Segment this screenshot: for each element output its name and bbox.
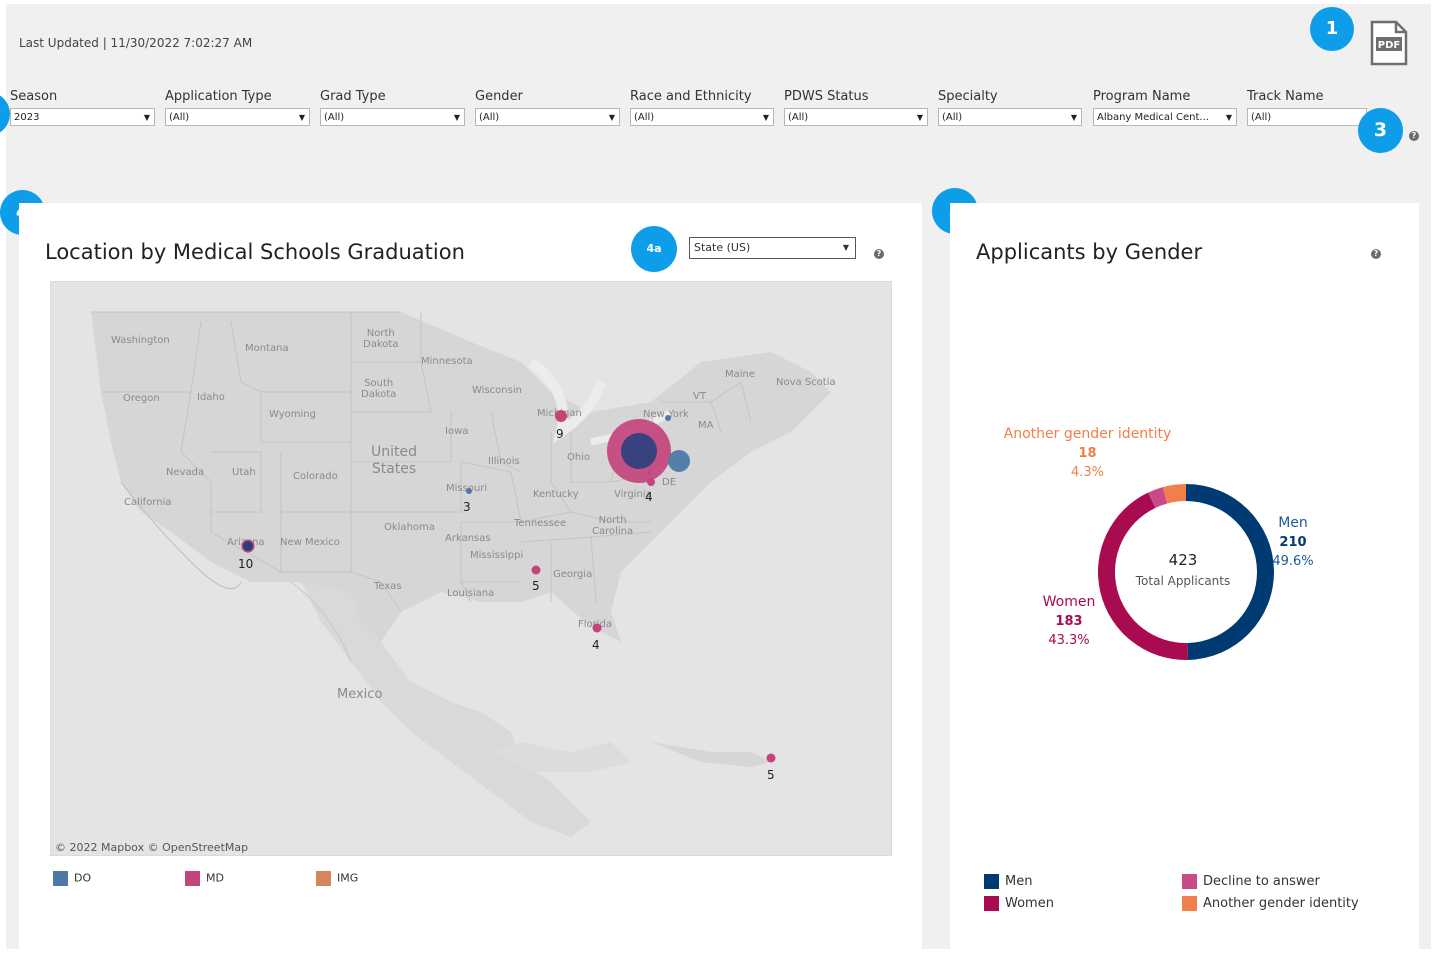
bubble-md-michigan[interactable] bbox=[555, 410, 567, 422]
filter-bar: Season 2023 ▼ Application Type (All) ▼ Gra… bbox=[0, 89, 1437, 139]
filter-grad-type: Grad Type (All) ▼ bbox=[320, 89, 465, 126]
legend-swatch bbox=[316, 871, 331, 886]
filter-label: PDWS Status bbox=[784, 89, 869, 104]
race-ethnicity-select[interactable]: (All) ▼ bbox=[630, 108, 774, 126]
season-select[interactable]: 2023 ▼ bbox=[10, 108, 155, 126]
track-name-select[interactable]: (All) bbox=[1247, 108, 1367, 126]
label-men: Men 210 49.6% bbox=[1272, 515, 1314, 569]
filters-help-icon[interactable]: ? bbox=[1409, 131, 1419, 141]
label-another-gender: Another gender identity 18 4.3% bbox=[1003, 426, 1172, 480]
filter-program-name: Program Name Albany Medical Cent... ▼ bbox=[1093, 89, 1237, 126]
gender-panel-title: Applicants by Gender bbox=[976, 240, 1203, 264]
gender-legend-decline[interactable]: Decline to answer bbox=[1182, 874, 1320, 889]
last-updated-text: Last Updated | 11/30/2022 7:02:27 AM bbox=[19, 36, 253, 50]
filter-label: Program Name bbox=[1093, 89, 1191, 104]
legend-do[interactable]: DO bbox=[53, 871, 91, 886]
filter-label: Season bbox=[10, 89, 58, 104]
chevron-down-icon: ▼ bbox=[298, 113, 305, 122]
legend-swatch bbox=[984, 896, 999, 911]
chevron-down-icon: ▼ bbox=[453, 113, 460, 122]
chevron-down-icon: ▼ bbox=[1225, 113, 1232, 122]
bubble-do-large[interactable] bbox=[621, 433, 657, 469]
filter-season: Season 2023 ▼ bbox=[10, 89, 155, 126]
gender-help-icon[interactable]: ? bbox=[1371, 249, 1381, 259]
specialty-select[interactable]: (All) ▼ bbox=[938, 108, 1082, 126]
chevron-down-icon: ▼ bbox=[762, 113, 769, 122]
gender-legend-another[interactable]: Another gender identity bbox=[1182, 896, 1359, 911]
pdws-status-select[interactable]: (All) ▼ bbox=[784, 108, 928, 126]
bubble-md-virginia-small[interactable] bbox=[647, 471, 651, 475]
pdf-file-icon: PDF bbox=[1370, 20, 1408, 66]
legend-md[interactable]: MD bbox=[185, 871, 224, 886]
filter-label: Gender bbox=[475, 89, 523, 104]
map-view[interactable]: Washington Montana North Dakota Minnesota… bbox=[50, 281, 892, 856]
gender-select[interactable]: (All) ▼ bbox=[475, 108, 620, 126]
bubble-md-florida[interactable] bbox=[592, 623, 602, 633]
bubble-md-caribbean[interactable] bbox=[766, 753, 776, 763]
map-value-mississippi: 5 bbox=[532, 579, 540, 593]
legend-swatch bbox=[185, 871, 200, 886]
bubble-md-mississippi[interactable] bbox=[531, 565, 541, 575]
gender-legend-women[interactable]: Women bbox=[984, 896, 1054, 911]
chevron-down-icon: ▼ bbox=[916, 113, 923, 122]
map-panel-title: Location by Medical Schools Graduation bbox=[45, 240, 465, 264]
bubble-do-newyork[interactable] bbox=[665, 415, 671, 421]
filter-gender: Gender (All) ▼ bbox=[475, 89, 620, 126]
callout-badge-3: 3 bbox=[1358, 108, 1403, 153]
geo-level-select[interactable]: State (US) ▼ bbox=[689, 237, 856, 259]
map-value-caribbean: 5 bbox=[767, 768, 775, 782]
callout-badge-1: 1 bbox=[1310, 7, 1354, 51]
filter-label: Track Name bbox=[1247, 89, 1324, 104]
legend-swatch bbox=[1182, 874, 1197, 889]
legend-swatch bbox=[53, 871, 68, 886]
label-women: Women 183 43.3% bbox=[1042, 594, 1096, 648]
filter-specialty: Specialty (All) ▼ bbox=[938, 89, 1082, 126]
chevron-down-icon: ▼ bbox=[143, 113, 150, 122]
map-value-missouri: 3 bbox=[463, 500, 471, 514]
application-type-select[interactable]: (All) ▼ bbox=[165, 108, 310, 126]
bubble-do-arizona[interactable] bbox=[243, 541, 253, 551]
map-help-icon[interactable]: ? bbox=[874, 249, 884, 259]
map-attribution[interactable]: © 2022 Mapbox © OpenStreetMap bbox=[55, 841, 248, 854]
pdf-download-icon[interactable]: PDF bbox=[1369, 20, 1409, 66]
chevron-down-icon: ▼ bbox=[1070, 113, 1077, 122]
filter-track-name: Track Name (All) bbox=[1247, 89, 1367, 126]
filter-label: Application Type bbox=[165, 89, 272, 104]
filter-label: Specialty bbox=[938, 89, 998, 104]
grad-type-select[interactable]: (All) ▼ bbox=[320, 108, 465, 126]
program-name-select[interactable]: Albany Medical Cent... ▼ bbox=[1093, 108, 1237, 126]
filter-pdws-status: PDWS Status (All) ▼ bbox=[784, 89, 928, 126]
filter-race-ethnicity: Race and Ethnicity (All) ▼ bbox=[630, 89, 774, 126]
map-bubbles bbox=[241, 410, 776, 763]
legend-swatch bbox=[984, 874, 999, 889]
map-value-florida: 4 bbox=[592, 638, 600, 652]
chevron-down-icon: ▼ bbox=[842, 243, 849, 252]
callout-badge-4a: 4a bbox=[631, 226, 677, 272]
legend-img[interactable]: IMG bbox=[316, 871, 358, 886]
donut-center-value: 423 bbox=[1168, 551, 1198, 569]
filter-application-type: Application Type (All) ▼ bbox=[165, 89, 310, 126]
chevron-down-icon: ▼ bbox=[608, 113, 615, 122]
filter-label: Race and Ethnicity bbox=[630, 89, 752, 104]
filter-label: Grad Type bbox=[320, 89, 386, 104]
svg-text:PDF: PDF bbox=[1378, 40, 1400, 51]
donut-center-label: Total Applicants bbox=[1135, 574, 1231, 588]
bubble-md-virginia[interactable] bbox=[647, 478, 655, 486]
map-value-arizona: 10 bbox=[238, 557, 254, 571]
map-value-michigan: 9 bbox=[556, 427, 564, 441]
gender-legend-men[interactable]: Men bbox=[984, 874, 1032, 889]
bubble-do-nj[interactable] bbox=[668, 450, 690, 472]
legend-swatch bbox=[1182, 896, 1197, 911]
bubble-do-missouri[interactable] bbox=[466, 488, 472, 494]
map-value-virginia: 4 bbox=[645, 490, 653, 504]
